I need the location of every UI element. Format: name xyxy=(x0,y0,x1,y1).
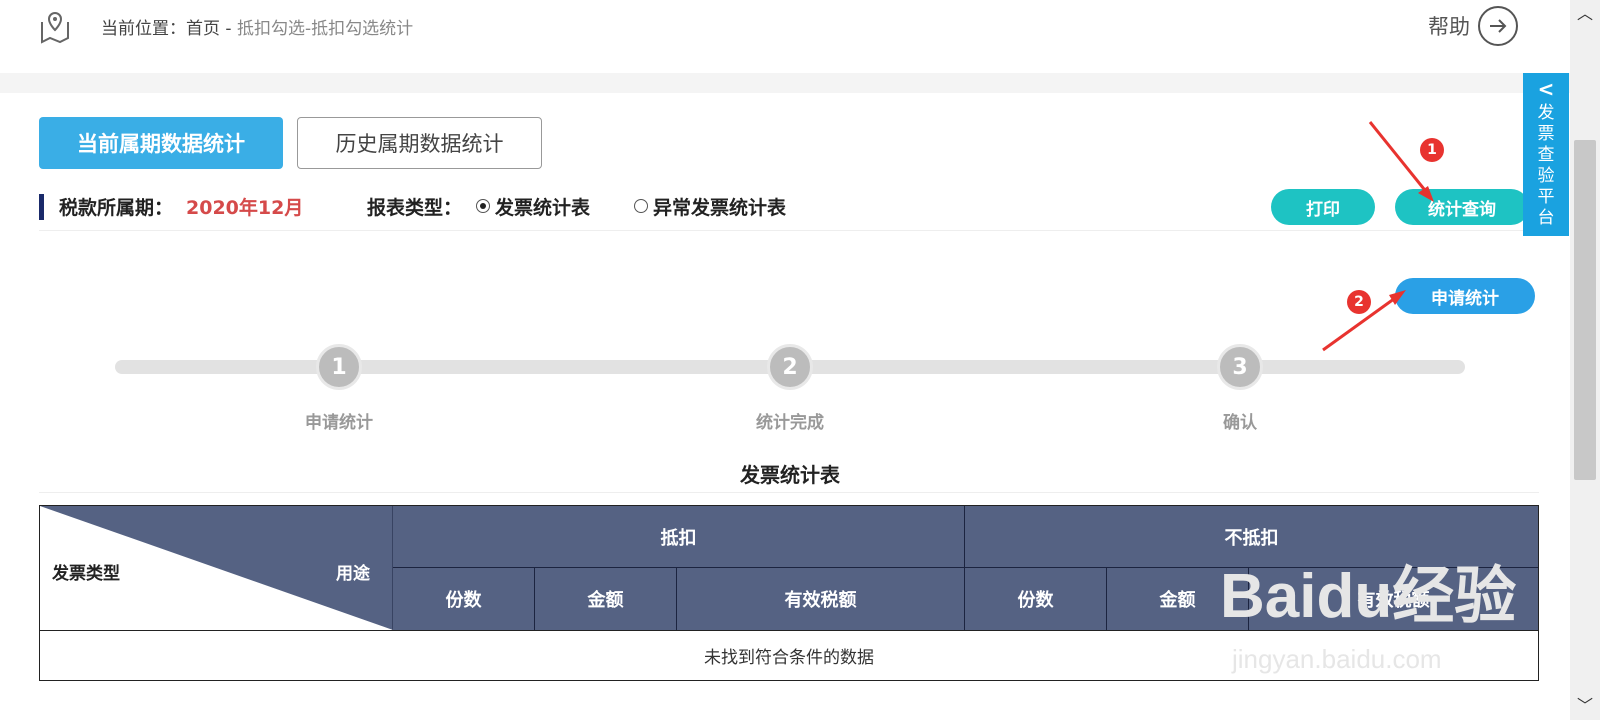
period-value: 2020年12月 xyxy=(186,197,304,219)
invoice-verify-side-panel[interactable]: < 发票查验平台 xyxy=(1523,73,1569,236)
annotation-badge-1: 1 xyxy=(1420,138,1444,162)
radio-abnormal-stats-label[interactable]: 异常发票统计表 xyxy=(653,193,786,220)
step-2-label: 统计完成 xyxy=(756,413,824,433)
help-label: 帮助 xyxy=(1428,15,1470,39)
step-2-circle: 2 xyxy=(767,344,813,390)
col-amount: 金额 xyxy=(535,568,677,630)
breadcrumb-path[interactable]: 抵扣勾选-抵扣勾选统计 xyxy=(237,19,413,39)
chevron-left-icon: < xyxy=(1537,77,1555,101)
tab-current-period[interactable]: 当前属期数据统计 xyxy=(39,117,283,169)
breadcrumb: 当前位置：首页 - 抵扣勾选-抵扣勾选统计 xyxy=(101,14,413,39)
step-3-circle: 3 xyxy=(1217,344,1263,390)
apply-stats-button[interactable]: 申请统计 xyxy=(1395,278,1535,314)
radio-invoice-stats-label[interactable]: 发票统计表 xyxy=(495,193,590,220)
header-deduct: 抵扣 xyxy=(393,506,965,568)
arrow-right-circle-icon xyxy=(1478,6,1518,46)
table-title: 发票统计表 xyxy=(740,463,840,487)
report-type-label: 报表类型： xyxy=(367,197,463,219)
step-1-circle: 1 xyxy=(316,344,362,390)
watermark-logo: Baidu经验 xyxy=(1220,562,1517,631)
tab-history-period[interactable]: 历史属期数据统计 xyxy=(297,117,542,169)
scrollbar[interactable]: ︿ ﹀ xyxy=(1570,0,1600,720)
step-1-label: 申请统计 xyxy=(305,413,373,433)
col-tax: 有效税额 xyxy=(677,568,965,630)
title-divider xyxy=(39,492,1539,493)
corner-usage: 用途 xyxy=(336,564,370,584)
col-count-nd: 份数 xyxy=(965,568,1107,630)
query-button[interactable]: 统计查询 xyxy=(1395,189,1529,225)
scroll-down-icon[interactable]: ﹀ xyxy=(1570,692,1600,720)
top-bar: 当前位置：首页 - 抵扣勾选-抵扣勾选统计 帮助 xyxy=(0,0,1570,72)
print-button[interactable]: 打印 xyxy=(1271,189,1375,225)
watermark-url: jingyan.baidu.com xyxy=(1232,644,1442,674)
radio-invoice-stats[interactable] xyxy=(476,199,490,213)
corner-invoice-type: 发票类型 xyxy=(52,564,120,584)
location-map-icon xyxy=(41,11,69,44)
header-divider xyxy=(0,73,1570,93)
scroll-thumb[interactable] xyxy=(1574,140,1596,480)
annotation-badge-2: 2 xyxy=(1347,290,1371,314)
section-marker xyxy=(39,194,44,220)
period-label: 税款所属期： xyxy=(59,197,174,219)
breadcrumb-prefix: 当前位置：首页 - xyxy=(101,19,237,39)
help-button[interactable]: 帮助 xyxy=(1428,6,1518,46)
side-panel-label: 发票查验平台 xyxy=(1537,103,1555,228)
step-3-label: 确认 xyxy=(1223,413,1257,433)
radio-abnormal-stats[interactable] xyxy=(634,199,648,213)
col-count: 份数 xyxy=(393,568,535,630)
scroll-up-icon[interactable]: ︿ xyxy=(1570,0,1600,28)
